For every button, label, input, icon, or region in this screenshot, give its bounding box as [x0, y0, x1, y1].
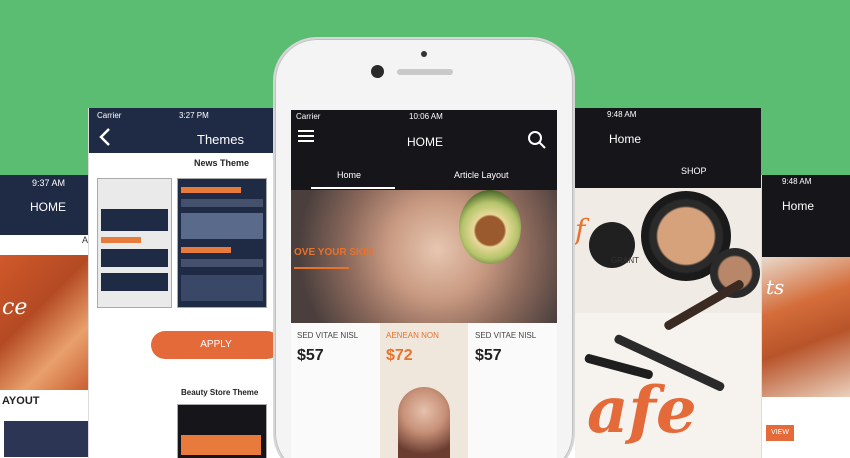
- search-icon[interactable]: [527, 130, 547, 150]
- page-title: Themes: [197, 132, 244, 147]
- status-time: 3:27 PM: [179, 111, 209, 120]
- product-price: $72: [386, 347, 413, 364]
- earpiece-speaker: [397, 69, 453, 75]
- brushes-banner[interactable]: afe: [575, 278, 761, 458]
- page-title: HOME: [407, 135, 443, 149]
- product-price: $57: [475, 347, 502, 364]
- status-time: 9:37 AM: [32, 178, 66, 188]
- product-list: SED VITAE NISL $57 AENEAN NON $72 SED VI…: [291, 323, 557, 458]
- hero-banner[interactable]: OVE YOUR SKIN: [291, 190, 557, 323]
- status-time: 9:48 AM: [782, 177, 812, 186]
- active-tab-indicator: [311, 187, 395, 189]
- product-card[interactable]: AENEAN NON $72: [380, 323, 468, 458]
- page-title: HOME: [30, 200, 66, 214]
- screen-shop: 9:48 AM Home SHOP f GRANT afe: [575, 108, 761, 458]
- hero-text: ce: [2, 295, 28, 320]
- beauty-theme-preview[interactable]: [177, 404, 267, 458]
- news-theme-preview-1[interactable]: [97, 178, 172, 308]
- status-carrier: Carrier: [296, 112, 321, 121]
- news-theme-label: News Theme: [194, 158, 250, 168]
- product-name: AENEAN NON: [386, 331, 439, 340]
- news-theme-preview-2[interactable]: [177, 178, 267, 308]
- hero-banner[interactable]: ce: [0, 255, 92, 390]
- model-photo: [398, 387, 450, 458]
- product-name: SED VITAE NISL: [297, 331, 359, 340]
- back-arrow-icon[interactable]: [95, 126, 117, 148]
- product-price: $57: [297, 347, 324, 364]
- tab-home[interactable]: Home: [337, 170, 361, 180]
- page-title: Home: [609, 132, 642, 146]
- view-button[interactable]: VIEW: [766, 425, 794, 441]
- hero-text: OVE YOUR SKIN: [294, 247, 374, 258]
- page-title: Home: [782, 199, 815, 213]
- avocado-image: [459, 190, 521, 264]
- screen-home-right: 9:48 AM Home ts VIEW: [761, 175, 850, 458]
- makeup-banner[interactable]: f GRANT: [575, 188, 761, 313]
- hero-underline: [294, 267, 349, 269]
- status-time: 10:06 AM: [409, 112, 443, 121]
- brand-caption: GRANT: [611, 256, 639, 265]
- beauty-theme-label: Beauty Store Theme: [181, 388, 259, 397]
- section-label: AYOUT: [2, 395, 40, 407]
- phone-frame: Carrier 10:06 AM HOME Home Article Layou…: [273, 37, 575, 458]
- tab-shop[interactable]: SHOP: [681, 166, 707, 176]
- hamburger-menu-icon[interactable]: [298, 130, 314, 144]
- screen-home-left: 9:37 AM HOME A ce AYOUT: [0, 175, 92, 458]
- hero-text: ts: [766, 275, 785, 299]
- status-carrier: Carrier: [97, 111, 122, 120]
- overlay-script-text: afe: [587, 373, 697, 448]
- app-bar: Carrier 3:27 PM Themes: [89, 108, 273, 153]
- product-card[interactable]: SED VITAE NISL $57: [291, 323, 379, 458]
- front-camera: [371, 65, 384, 78]
- status-time: 9:48 AM: [607, 110, 637, 119]
- tab-article-layout[interactable]: Article Layout: [454, 170, 509, 180]
- product-card[interactable]: SED VITAE NISL $57: [469, 323, 557, 458]
- apply-button[interactable]: APPLY: [151, 331, 273, 359]
- app-bar: 9:37 AM HOME: [0, 175, 92, 235]
- app-bar: 9:48 AM Home: [762, 175, 850, 257]
- layout-thumbnail[interactable]: [4, 421, 88, 457]
- product-name: SED VITAE NISL: [475, 331, 537, 340]
- screen-home-center: Carrier 10:06 AM HOME Home Article Layou…: [291, 110, 557, 458]
- screen-themes: Carrier 3:27 PM Themes News Theme APPLY …: [88, 108, 273, 458]
- brand-letter: f: [575, 213, 586, 246]
- app-bar: 9:48 AM Home SHOP: [575, 108, 761, 188]
- sensor-dot: [421, 51, 427, 57]
